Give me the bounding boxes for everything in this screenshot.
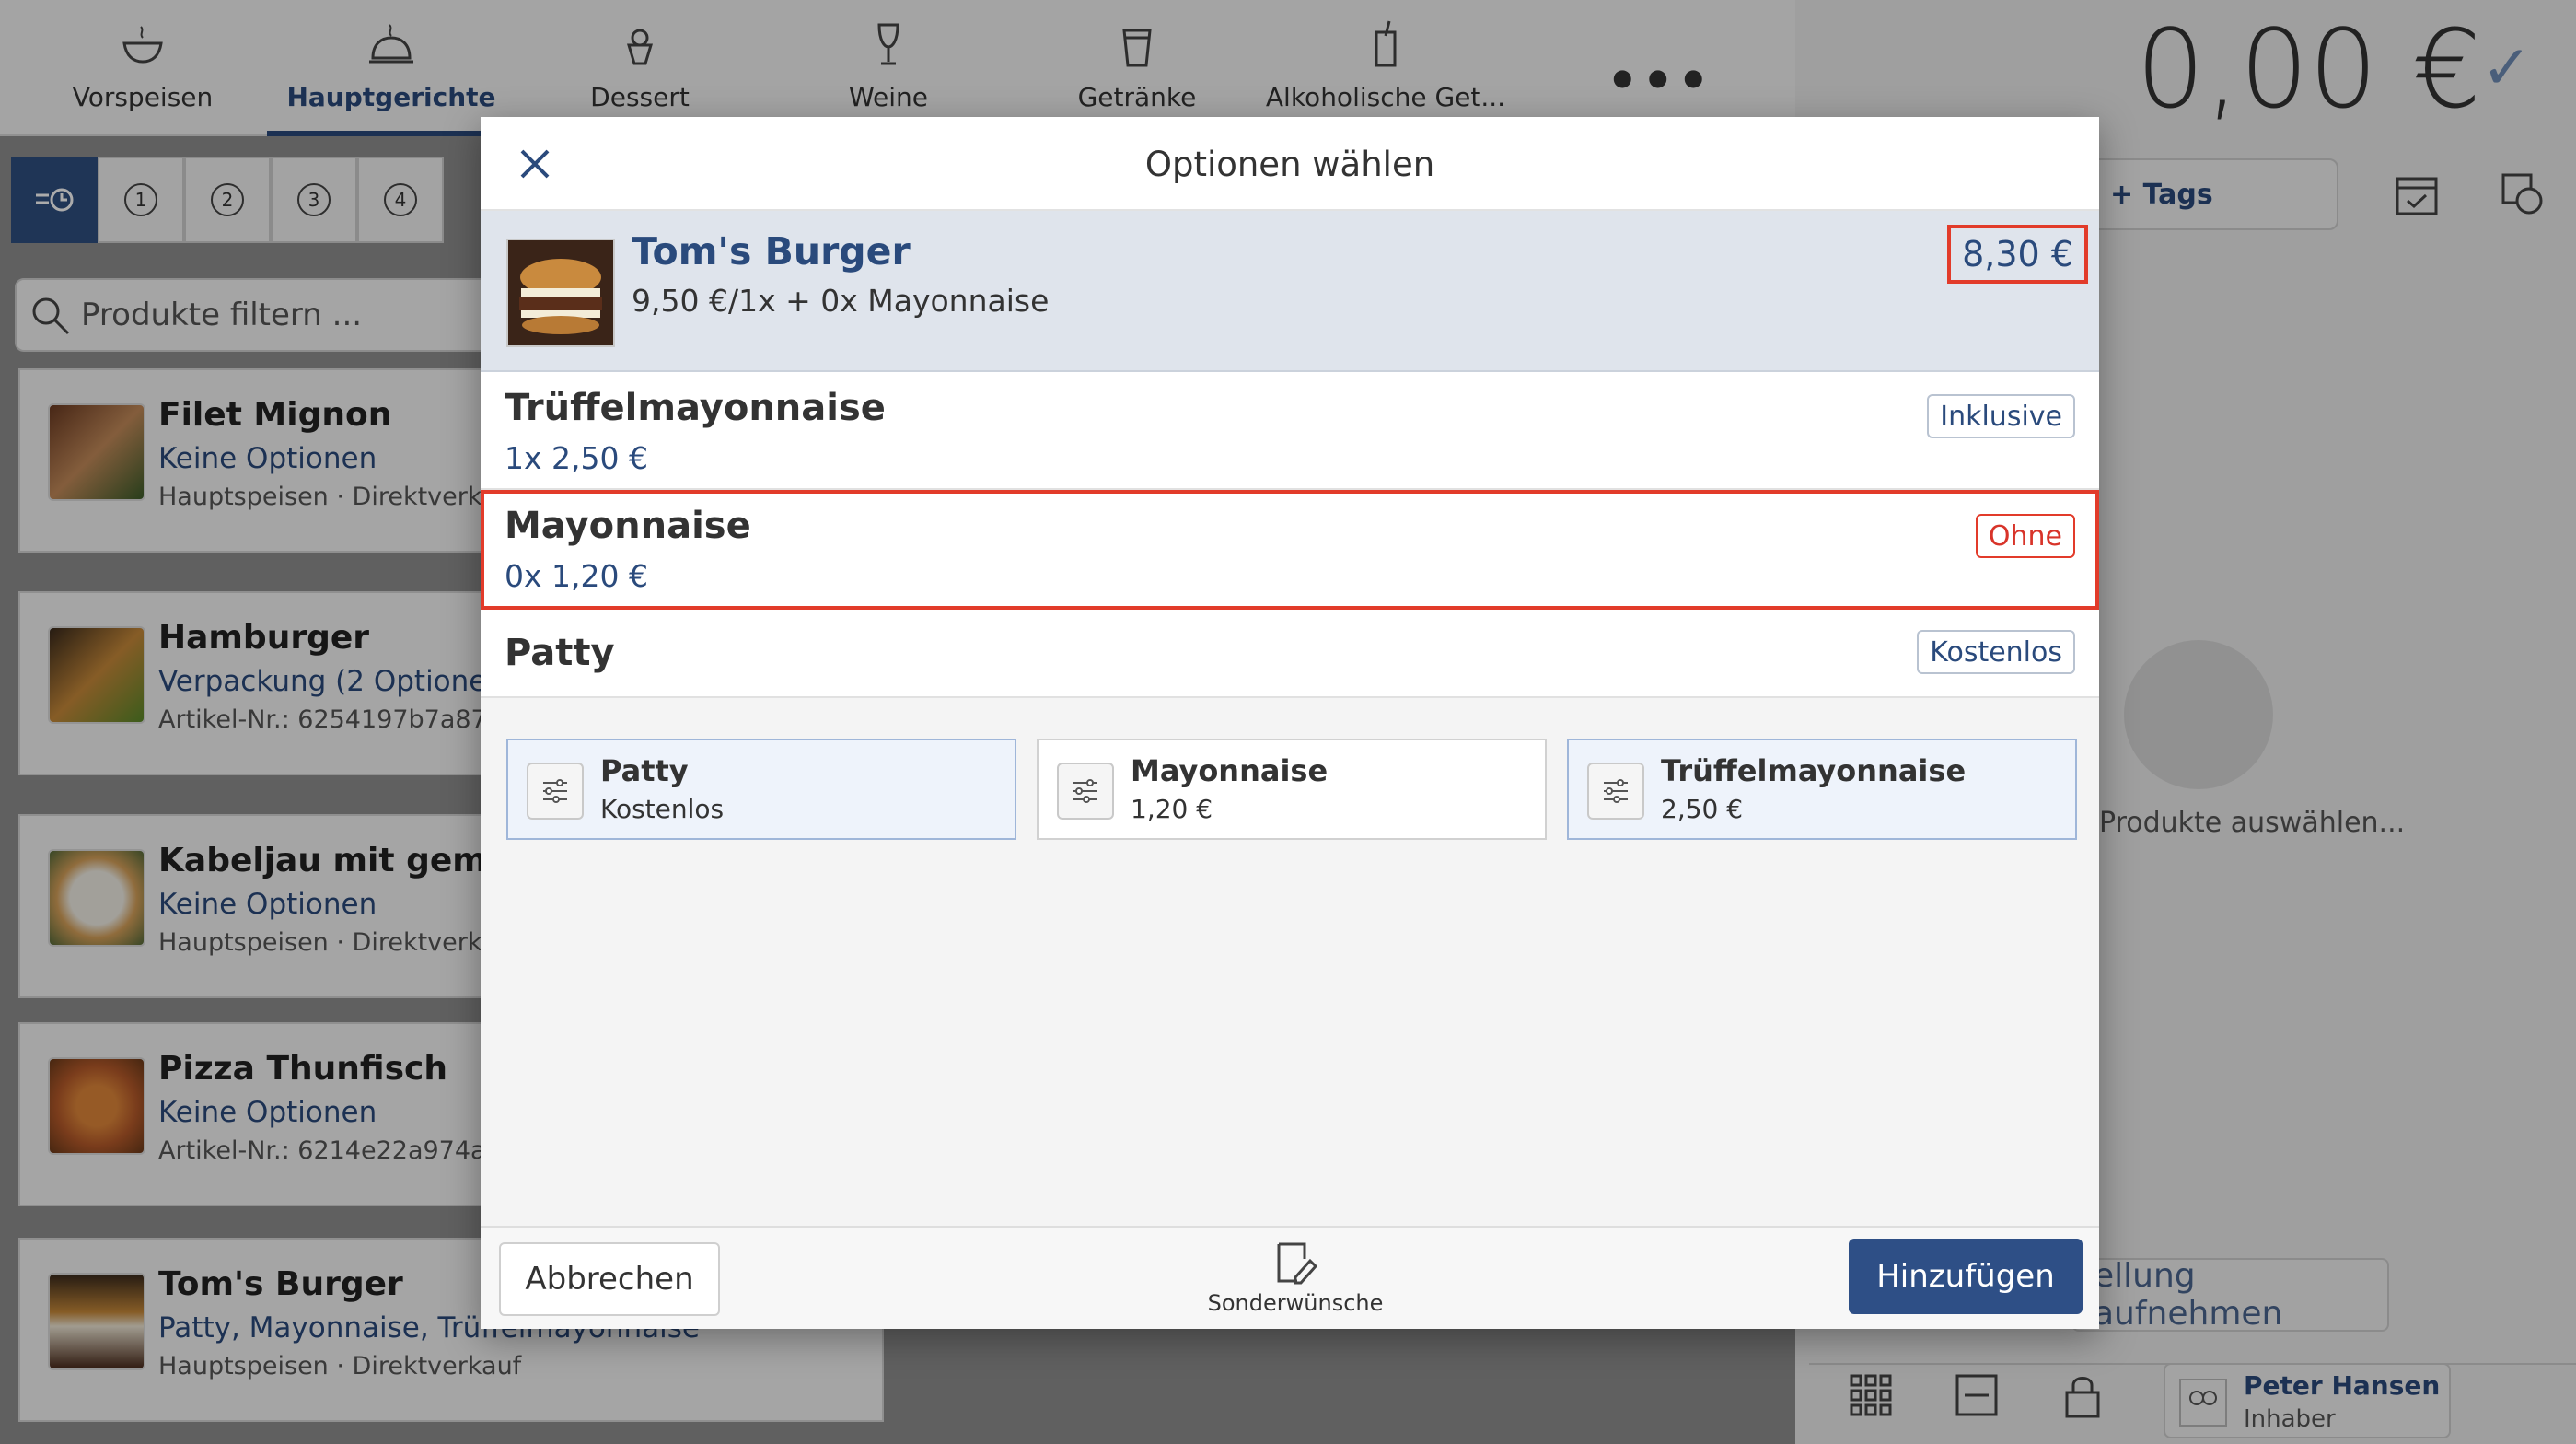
option-quantity: 0x 1,20 € bbox=[505, 558, 648, 594]
cancel-button[interactable]: Abbrechen bbox=[499, 1242, 720, 1316]
special-requests-label: Sonderwünsche bbox=[1207, 1290, 1384, 1316]
option-status-badge: Inklusive bbox=[1927, 394, 2075, 438]
option-name: Trüffelmayonnaise bbox=[505, 387, 886, 429]
option-chip-patty[interactable]: Patty Kostenlos bbox=[506, 739, 1016, 840]
option-chip-trueffelmayonnaise[interactable]: Trüffelmayonnaise 2,50 € bbox=[1567, 739, 2077, 840]
special-requests-button[interactable]: Sonderwünsche bbox=[1208, 1240, 1383, 1323]
option-status-badge: Kostenlos bbox=[1917, 630, 2075, 674]
note-edit-icon bbox=[1277, 1242, 1317, 1285]
option-name: Patty bbox=[505, 632, 615, 674]
chip-label: Trüffelmayonnaise bbox=[1661, 753, 1967, 788]
sliders-icon bbox=[1057, 763, 1114, 820]
dialog-footer: Abbrechen Sonderwünsche Hinzufügen bbox=[481, 1226, 2099, 1329]
option-row-patty[interactable]: Patty Kostenlos bbox=[481, 610, 2099, 698]
product-total-price: 8,30 € bbox=[1947, 225, 2088, 284]
selected-product: Tom's Burger 9,50 €/1x + 0x Mayonnaise 8… bbox=[481, 211, 2099, 372]
burger-image bbox=[508, 240, 613, 345]
dialog-header: Optionen wählen bbox=[481, 117, 2099, 211]
dialog-title: Optionen wählen bbox=[1144, 145, 1435, 184]
option-status-badge: Ohne bbox=[1975, 514, 2075, 558]
option-row-trueffelmayonnaise[interactable]: Trüffelmayonnaise 1x 2,50 € Inklusive bbox=[481, 372, 2099, 490]
product-name: Tom's Burger bbox=[632, 229, 911, 274]
chip-price: 1,20 € bbox=[1131, 794, 1213, 824]
option-name: Mayonnaise bbox=[505, 505, 751, 547]
sliders-icon bbox=[1587, 763, 1644, 820]
option-quantity: 1x 2,50 € bbox=[505, 440, 648, 476]
option-row-mayonnaise[interactable]: Mayonnaise 0x 1,20 € Ohne bbox=[481, 490, 2099, 610]
chip-label: Mayonnaise bbox=[1131, 753, 1329, 788]
chip-price: 2,50 € bbox=[1661, 794, 1744, 824]
chip-price: Kostenlos bbox=[600, 794, 725, 824]
options-dialog: Optionen wählen Tom's Burger 9,50 €/1x +… bbox=[481, 117, 2099, 1329]
product-image bbox=[506, 239, 615, 347]
option-chip-mayonnaise[interactable]: Mayonnaise 1,20 € bbox=[1037, 739, 1547, 840]
chip-label: Patty bbox=[600, 753, 689, 788]
product-price-breakdown: 9,50 €/1x + 0x Mayonnaise bbox=[632, 283, 1050, 319]
add-button[interactable]: Hinzufügen bbox=[1849, 1239, 2083, 1314]
sliders-icon bbox=[527, 763, 584, 820]
